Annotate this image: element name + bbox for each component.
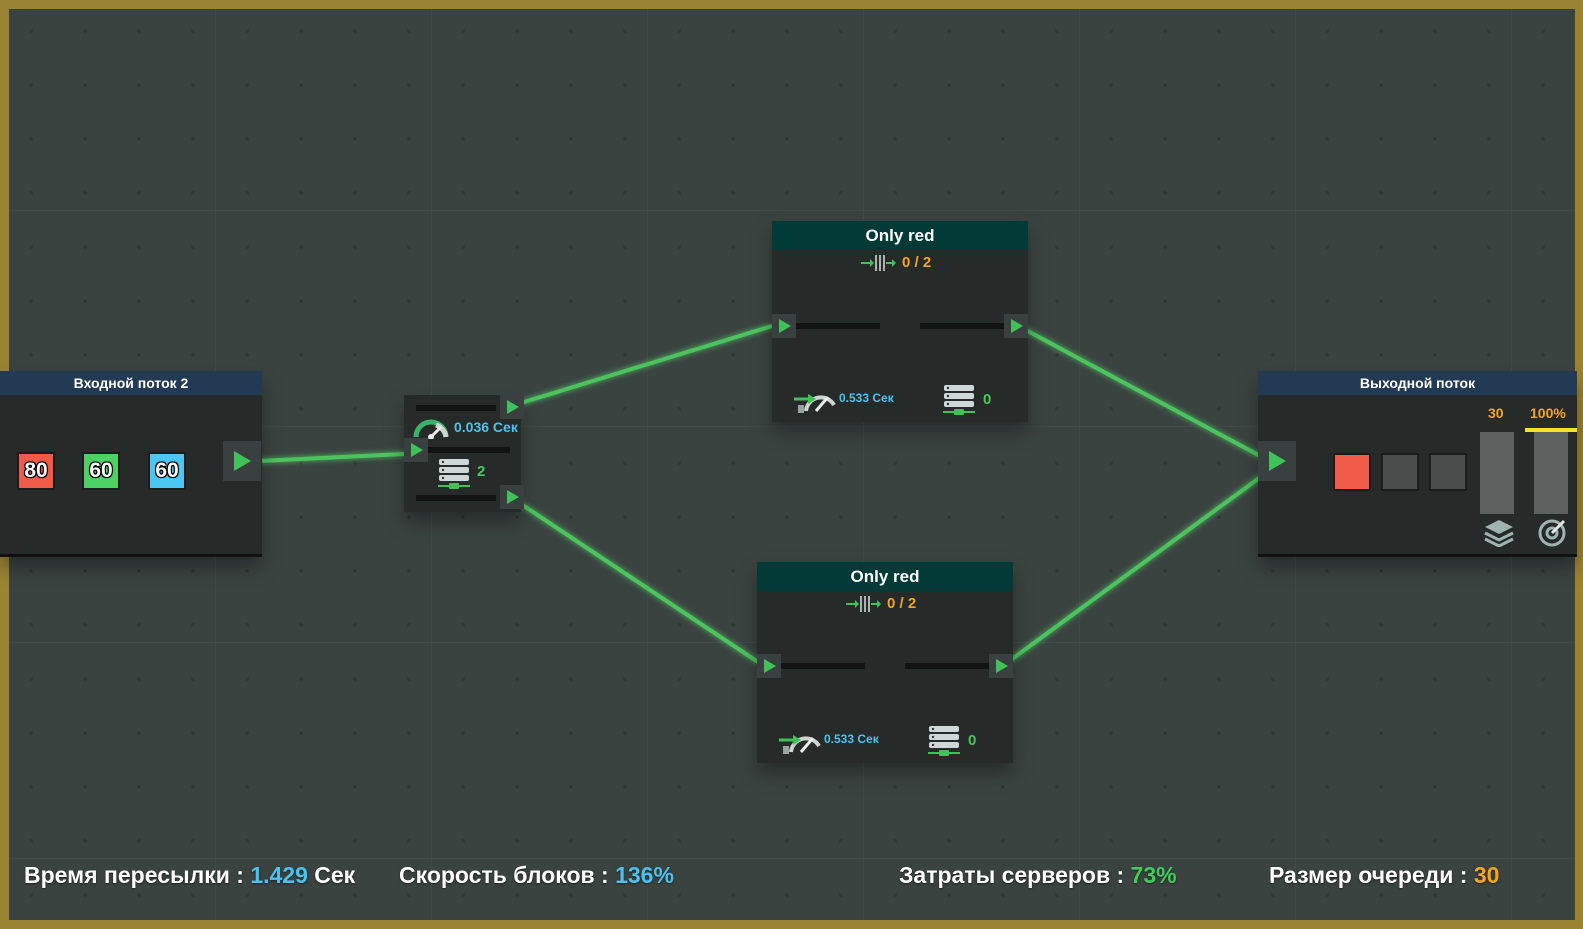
output-slot-3 <box>1429 453 1467 491</box>
stat-queue-size-label: Размер очереди : <box>1269 862 1474 888</box>
play-arrow-icon <box>1011 319 1023 333</box>
play-arrow-icon <box>764 659 776 673</box>
server-stack-icon <box>928 726 960 756</box>
splitter-output-port-bottom[interactable] <box>500 485 524 509</box>
filter-bottom-title: Only red <box>757 562 1013 591</box>
play-arrow-icon <box>234 451 251 471</box>
throughput-icon <box>861 255 896 271</box>
play-arrow-icon <box>996 659 1008 673</box>
filter-top-title: Only red <box>772 221 1028 250</box>
input-node-output-port[interactable] <box>223 441 261 481</box>
filter-bottom-output-port[interactable] <box>989 654 1013 678</box>
filter-node-top[interactable]: Only red 0 / 2 0.533 Сек 0 <box>772 221 1028 422</box>
packet-chip-blue: 60 <box>148 452 186 490</box>
stat-block-speed-value: 136% <box>615 862 674 888</box>
stat-queue-size-value: 30 <box>1473 862 1500 888</box>
filter-bottom-speed: 0.533 Сек <box>824 732 879 746</box>
queue-gauge <box>1480 432 1514 514</box>
stat-server-cost: Затраты серверов : 73% <box>899 862 1177 889</box>
stat-transfer-label: Время пересылки : <box>24 862 251 888</box>
filter-bottom-server-count: 0 <box>968 732 977 749</box>
output-node-input-port[interactable] <box>1258 441 1296 481</box>
target-icon <box>1538 519 1566 547</box>
stat-server-cost-label: Затраты серверов : <box>899 862 1131 888</box>
output-node-title: Выходной поток <box>1258 371 1577 395</box>
filter-top-speed: 0.533 Сек <box>839 391 894 405</box>
play-arrow-icon <box>1269 451 1286 471</box>
splitter-speed: 0.036 Сек <box>454 419 518 435</box>
stat-block-speed: Скорость блоков : 136% <box>399 862 674 889</box>
server-stack-icon <box>438 459 470 489</box>
stat-transfer-time: Время пересылки : 1.429 Сек <box>24 862 355 889</box>
splitter-server-count: 2 <box>477 463 486 480</box>
output-slot-1 <box>1333 453 1371 491</box>
throughput-icon <box>846 596 881 612</box>
stat-queue-size: Размер очереди : 30 <box>1269 862 1499 889</box>
packet-chip-red: 80 <box>17 452 55 490</box>
output-percent-value: 100% <box>1530 405 1566 421</box>
filter-top-input-port[interactable] <box>772 314 796 338</box>
percent-gauge <box>1534 432 1568 514</box>
splitter-node[interactable]: 0.036 Сек 2 <box>404 395 524 512</box>
speedometer-icon <box>794 394 836 413</box>
filter-bottom-input-port[interactable] <box>757 654 781 678</box>
stat-block-speed-label: Скорость блоков : <box>399 862 616 888</box>
filter-top-output-port[interactable] <box>1004 314 1028 338</box>
speedometer-icon <box>779 735 821 754</box>
output-slot-2 <box>1381 453 1419 491</box>
filter-bottom-capacity: 0 / 2 <box>887 595 917 612</box>
layers-icon <box>1484 520 1514 547</box>
stat-server-cost-value: 73% <box>1130 862 1177 888</box>
input-node-title: Входной поток 2 <box>0 371 262 395</box>
output-queue-value: 30 <box>1488 405 1504 421</box>
splitter-output-port-top[interactable] <box>500 395 524 419</box>
splitter-input-port[interactable] <box>404 438 428 462</box>
stat-transfer-value: 1.429 <box>250 862 308 888</box>
stat-transfer-unit: Сек <box>307 862 356 888</box>
filter-node-bottom[interactable]: Only red 0 / 2 0.533 Сек 0 <box>757 562 1013 763</box>
input-node[interactable]: Входной поток 2 80 60 60 <box>0 371 262 557</box>
play-arrow-icon <box>411 443 423 457</box>
play-arrow-icon <box>507 490 519 504</box>
server-stack-icon <box>943 385 975 415</box>
play-arrow-icon <box>779 319 791 333</box>
filter-top-capacity: 0 / 2 <box>902 254 932 271</box>
filter-top-server-count: 0 <box>983 391 992 408</box>
packet-chip-green: 60 <box>82 452 120 490</box>
output-node[interactable]: Выходной поток 30 100% <box>1258 371 1577 557</box>
play-arrow-icon <box>507 400 519 414</box>
speedometer-icon <box>413 419 449 439</box>
